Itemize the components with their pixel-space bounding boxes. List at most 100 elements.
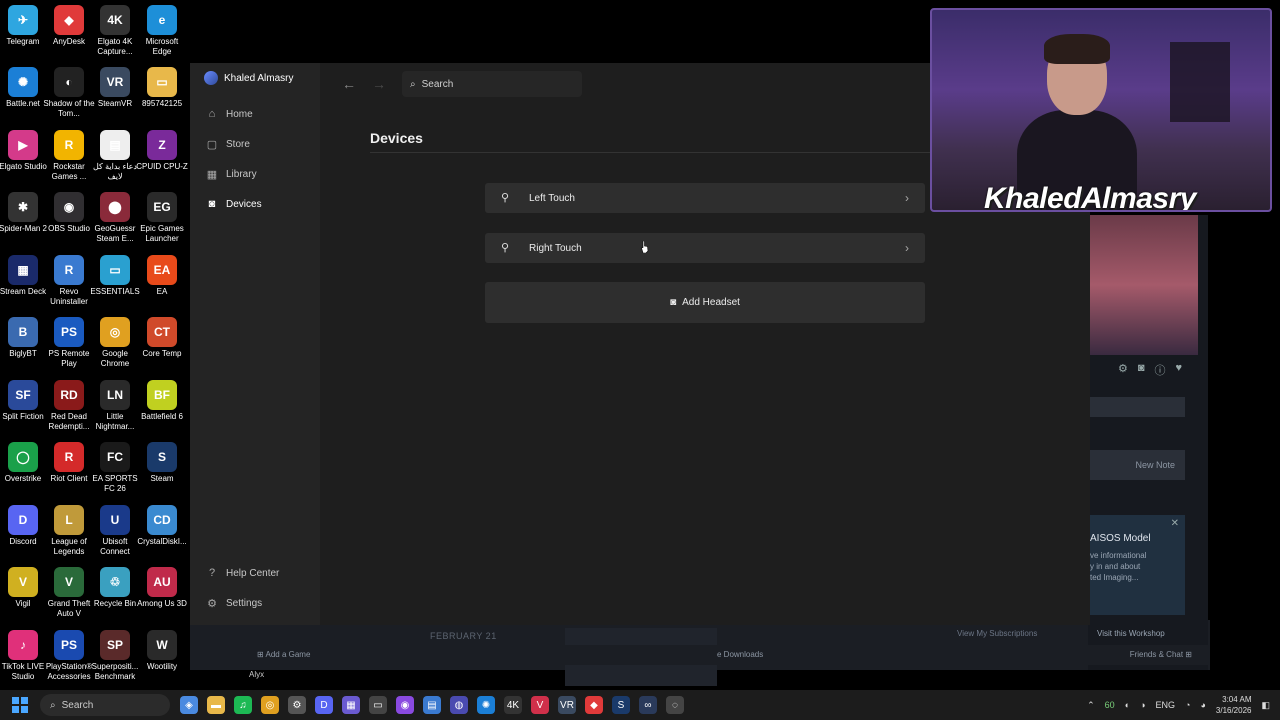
- desktop-icon[interactable]: VR SteamVR: [92, 67, 138, 129]
- desktop-icon[interactable]: ◉ OBS Studio: [46, 192, 92, 254]
- windows-start-icon[interactable]: [12, 697, 28, 713]
- desktop-icon[interactable]: EG Epic Games Launcher: [139, 192, 185, 254]
- desktop-icon[interactable]: FC EA SPORTS FC 26: [92, 442, 138, 504]
- steamvr-icon[interactable]: VR: [558, 696, 576, 714]
- store-icon[interactable]: ▤: [423, 696, 441, 714]
- sidebar-item-devices[interactable]: ◙ Devices: [206, 189, 262, 219]
- desktop-icon[interactable]: R Riot Client: [46, 442, 92, 504]
- desktop-icon[interactable]: ▭ 895742125: [139, 67, 185, 129]
- copilot-icon[interactable]: ◈: [180, 696, 198, 714]
- controller-icon[interactable]: ◙: [1138, 362, 1145, 380]
- desktop-icon[interactable]: RD Red Dead Redempti...: [46, 380, 92, 442]
- view-subscriptions-link[interactable]: View My Subscriptions: [957, 629, 1037, 638]
- info-icon[interactable]: ⓘ: [1154, 362, 1165, 380]
- close-icon[interactable]: ✕: [1171, 518, 1179, 529]
- chrome-icon[interactable]: ◎: [261, 696, 279, 714]
- gear-icon[interactable]: ⚙: [1118, 362, 1128, 380]
- file-explorer-icon[interactable]: ▬: [207, 696, 225, 714]
- desktop-icon[interactable]: R Revo Uninstaller: [46, 255, 92, 317]
- network-icon[interactable]: ◐: [1125, 700, 1130, 710]
- speaker-icon[interactable]: ◕: [1200, 700, 1205, 710]
- desktop-icon[interactable]: PS PS Remote Play: [46, 317, 92, 379]
- device-row-left-touch[interactable]: ⚲ Left Touch ›: [485, 183, 925, 213]
- desktop-icon[interactable]: SF Split Fiction: [0, 380, 46, 442]
- desktop-icon[interactable]: ✱ Spider-Man 2: [0, 192, 47, 254]
- desktop-icon[interactable]: ▭ ESSENTIALS: [90, 255, 140, 317]
- downloads-button[interactable]: e Downloads: [717, 650, 763, 659]
- steam-icon[interactable]: S: [612, 696, 630, 714]
- back-arrow-icon[interactable]: ←: [342, 76, 358, 92]
- visit-workshop-link[interactable]: Visit this Workshop: [1097, 629, 1165, 638]
- friends-chat-button[interactable]: Friends & Chat ⊞: [1130, 650, 1192, 659]
- meta-horizon-icon[interactable]: ◌: [666, 696, 684, 714]
- desktop-icon[interactable]: ▤ دعاء بداية كل لايف: [92, 130, 138, 192]
- valorant-icon[interactable]: V: [531, 696, 549, 714]
- settings-icon[interactable]: ⚙: [288, 696, 306, 714]
- desktop-icon[interactable]: U Ubisoft Connect: [92, 505, 138, 567]
- desktop-icon[interactable]: ▦ Stream Deck: [0, 255, 46, 317]
- desktop-icon[interactable]: ◎ Google Chrome: [92, 317, 138, 379]
- desktop-icon[interactable]: B BiglyBT: [0, 317, 46, 379]
- desktop-icon-label: Grand Theft Auto V: [47, 599, 91, 618]
- desktop-icon[interactable]: SP Superpositi... Benchmark: [92, 630, 138, 692]
- desktop-icon[interactable]: BF Battlefield 6: [139, 380, 185, 442]
- desktop-icon[interactable]: EA EA: [139, 255, 185, 317]
- elgato-icon[interactable]: 4K: [504, 696, 522, 714]
- desktop-icon[interactable]: CT Core Temp: [139, 317, 185, 379]
- device-row-right-touch[interactable]: ⚲ Right Touch ›: [485, 233, 925, 263]
- language-indicator[interactable]: ENG: [1156, 700, 1176, 710]
- app-icon: CT: [147, 317, 177, 347]
- desktop-icon[interactable]: Z CPUID CPU-Z: [136, 130, 188, 192]
- desktop-icon[interactable]: V Grand Theft Auto V: [46, 567, 92, 629]
- desktop-icon[interactable]: ✈ Telegram: [0, 5, 46, 67]
- desktop-icon[interactable]: CD CrystalDiskI...: [137, 505, 187, 567]
- app-grid-icon[interactable]: ▦: [342, 696, 360, 714]
- desktop-icon[interactable]: ♪ TikTok LIVE Studio: [0, 630, 46, 692]
- desktop-icon[interactable]: ⬤ GeoGuessr Steam E...: [92, 192, 138, 254]
- desktop-icon[interactable]: 4K Elgato 4K Capture...: [92, 5, 138, 67]
- notification-icon[interactable]: ◧: [1261, 700, 1270, 711]
- forward-arrow-icon[interactable]: →: [372, 76, 388, 92]
- desktop-icon[interactable]: ◯ Overstrike: [0, 442, 46, 504]
- sidebar-item-home[interactable]: ⌂ Home: [206, 99, 262, 129]
- spotify-icon[interactable]: ♫: [234, 696, 252, 714]
- user-profile[interactable]: Khaled Almasry: [204, 71, 293, 85]
- desktop-icon[interactable]: LN Little Nightmar...: [92, 380, 138, 442]
- add-game-button[interactable]: ⊞ Add a Game: [257, 650, 310, 659]
- gamepad-icon[interactable]: ◍: [450, 696, 468, 714]
- sidebar-item-help-center[interactable]: ? Help Center: [206, 558, 279, 588]
- desktop-icon[interactable]: ◆ AnyDesk: [46, 5, 92, 67]
- sidebar-item-library[interactable]: ▦ Library: [206, 159, 262, 189]
- anydesk-icon[interactable]: ◆: [585, 696, 603, 714]
- desktop-icon[interactable]: L League of Legends: [46, 505, 92, 567]
- desktop-icon[interactable]: V Vigil: [0, 567, 46, 629]
- clock[interactable]: 3:04 AM 3/16/2026: [1216, 694, 1252, 716]
- desktop-icon[interactable]: W Wootility: [139, 630, 185, 692]
- desktop-icon[interactable]: S Steam: [139, 442, 185, 504]
- desktop-icon[interactable]: D Discord: [0, 505, 46, 567]
- heart-icon[interactable]: ♥: [1175, 362, 1182, 380]
- desktop-icon[interactable]: PS PlayStation® Accessories: [46, 630, 92, 692]
- sidebar-item-settings[interactable]: ⚙ Settings: [206, 588, 279, 618]
- app-icon: ▶: [8, 130, 38, 160]
- desktop-icon[interactable]: ▶ Elgato Studio: [0, 130, 47, 192]
- desktop-icon[interactable]: R Rockstar Games ...: [46, 130, 92, 192]
- discord-icon[interactable]: D: [315, 696, 333, 714]
- desktop-icon[interactable]: ♲ Recycle Bin: [92, 567, 138, 629]
- desktop-icon[interactable]: ◐ Shadow of the Tom...: [43, 67, 95, 129]
- obs-icon[interactable]: ▭: [369, 696, 387, 714]
- add-headset-button[interactable]: ◙ Add Headset: [485, 282, 925, 323]
- taskbar-search[interactable]: ⌕ Search: [40, 694, 170, 716]
- wifi-icon[interactable]: ◔: [1185, 700, 1190, 710]
- chevron-up-icon[interactable]: ⌃: [1087, 700, 1095, 711]
- desktop-icon[interactable]: AU Among Us 3D: [137, 567, 187, 629]
- new-note-button[interactable]: New Note: [1090, 450, 1185, 480]
- battlenet-icon[interactable]: ✺: [477, 696, 495, 714]
- meta-icon[interactable]: ∞: [639, 696, 657, 714]
- purple-app-icon[interactable]: ◉: [396, 696, 414, 714]
- search-input[interactable]: ⌕ Search: [402, 71, 582, 97]
- sidebar-item-store[interactable]: ▢ Store: [206, 129, 262, 159]
- desktop-icon[interactable]: ✺ Battle.net: [0, 67, 46, 129]
- desktop-icon[interactable]: e Microsoft Edge: [139, 5, 185, 67]
- volume-icon[interactable]: ◑: [1140, 700, 1145, 710]
